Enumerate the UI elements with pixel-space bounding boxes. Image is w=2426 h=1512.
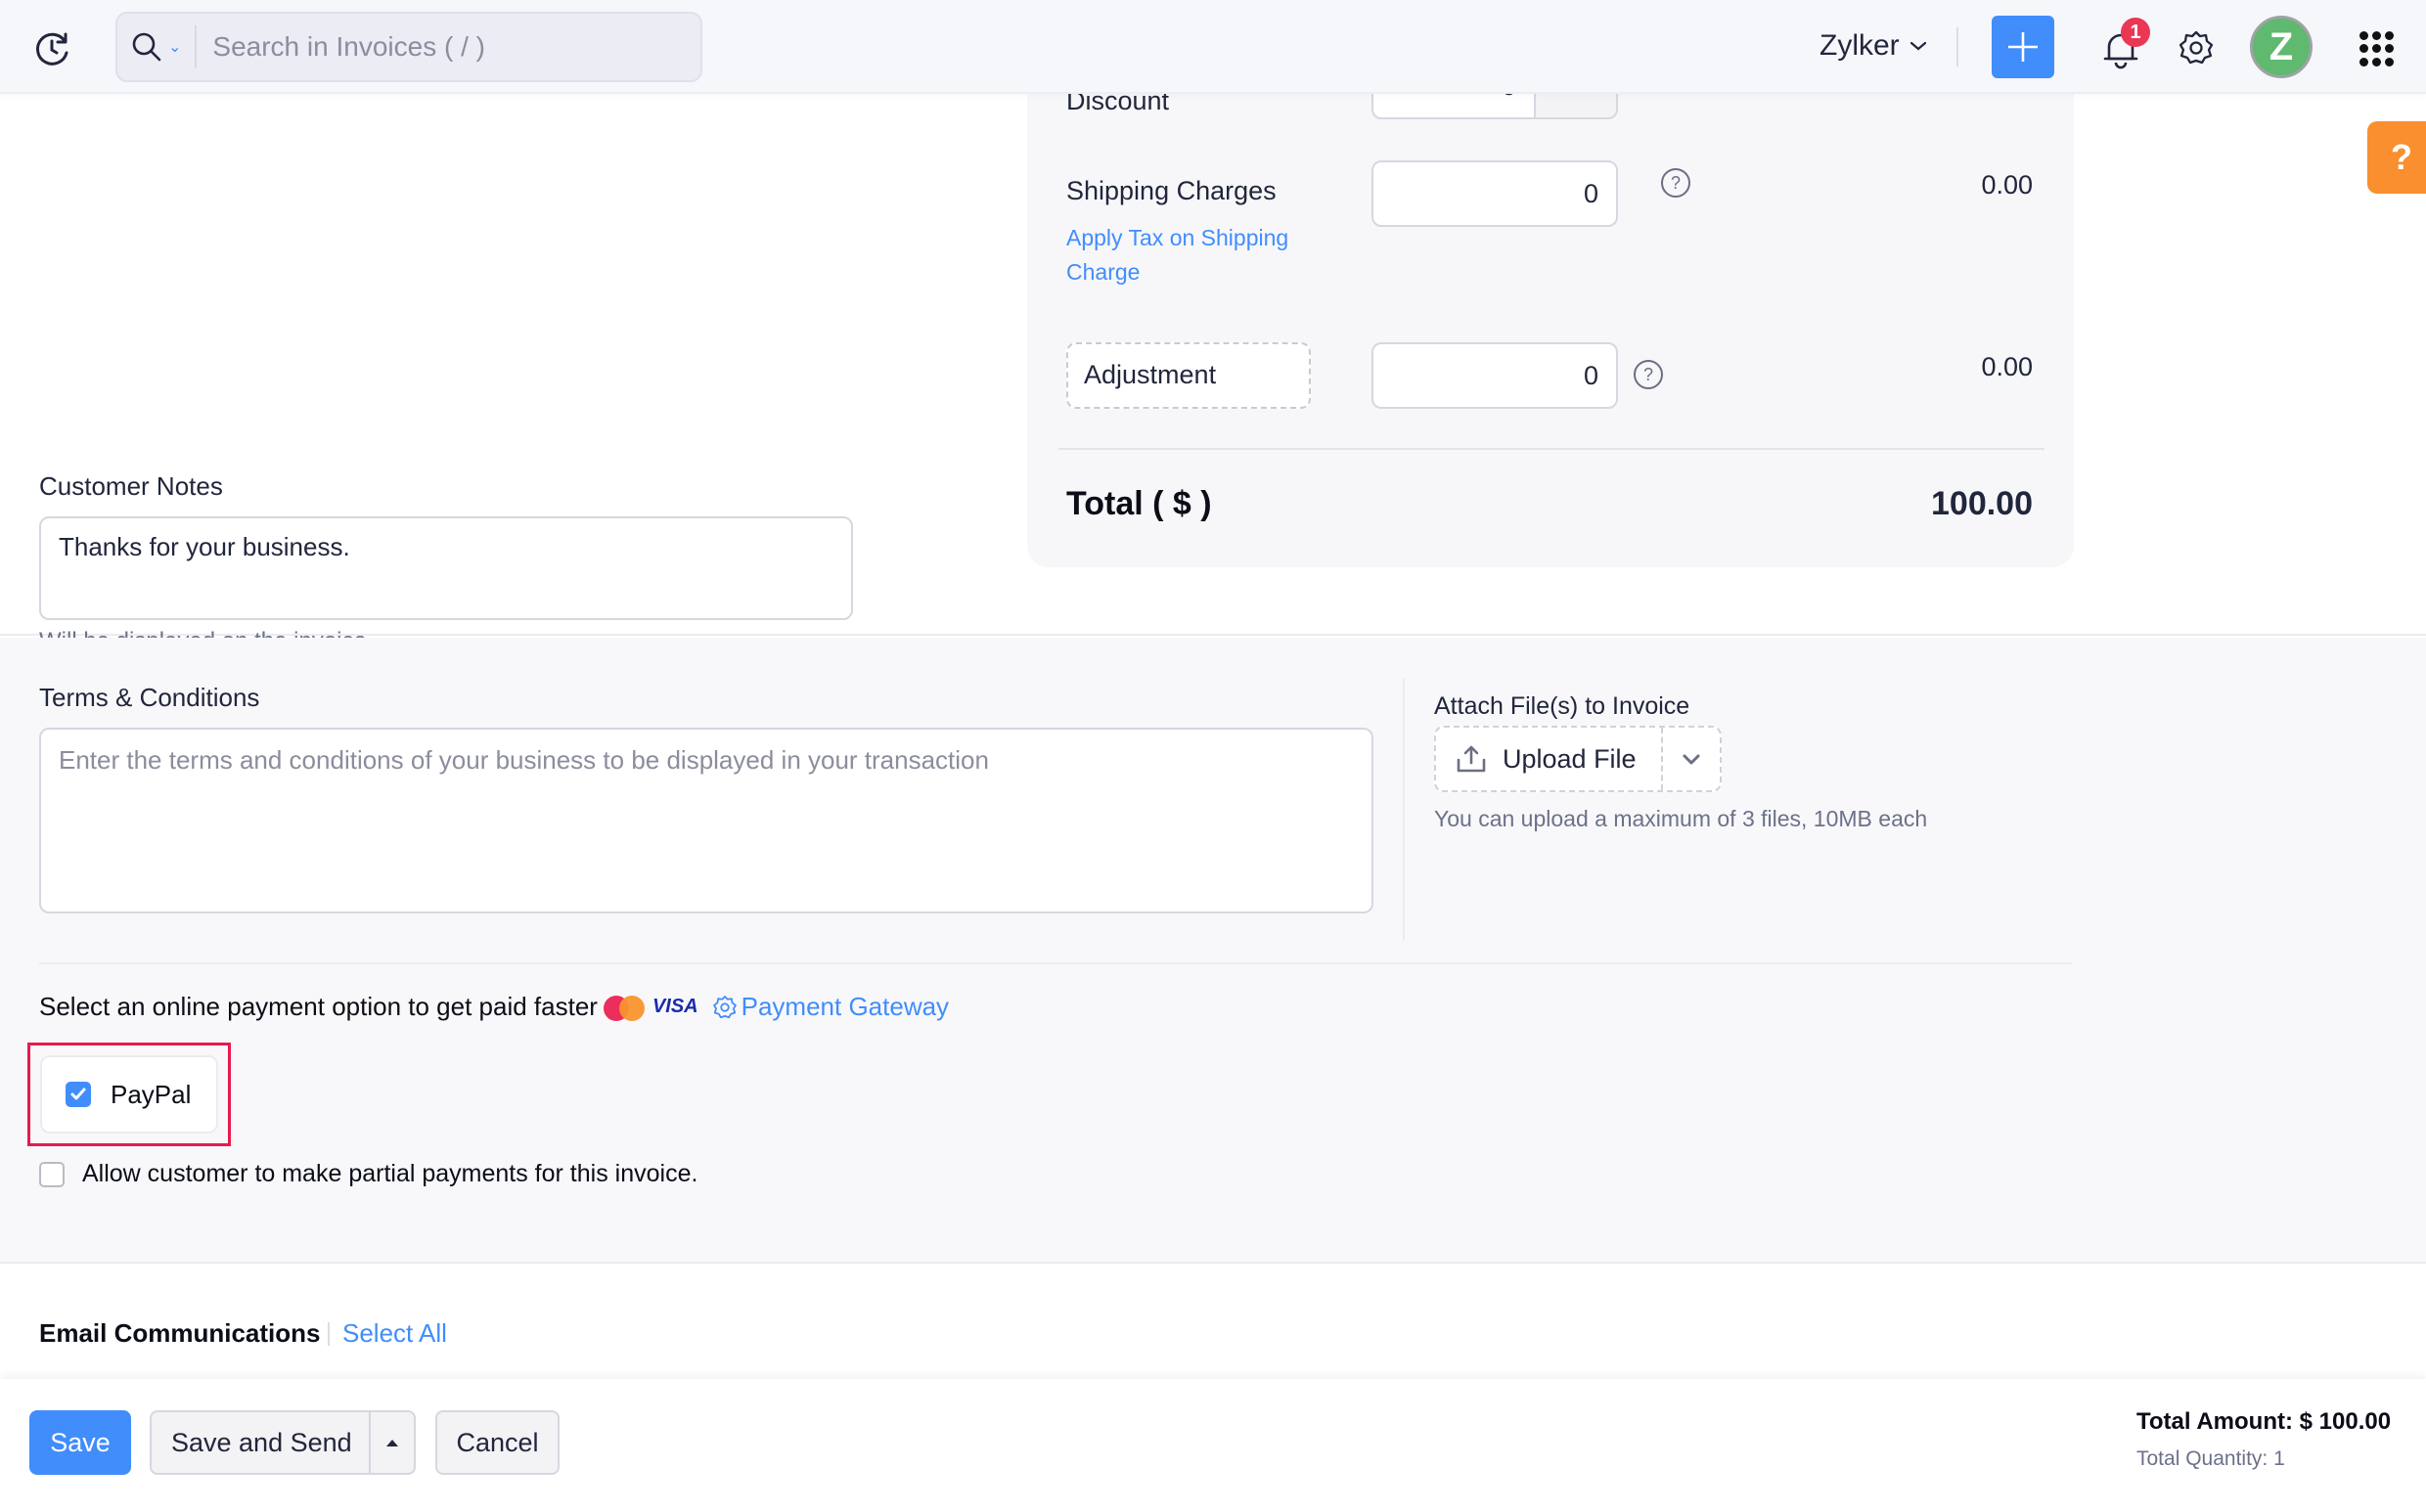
chevron-down-icon — [1683, 754, 1700, 765]
grid-dot-icon — [2372, 57, 2381, 67]
totals-panel: Discount % Shipping Charges ? 0.00 Apply… — [1027, 53, 2074, 567]
upload-options-dropdown[interactable] — [1663, 752, 1720, 766]
footer-total-amount: Total Amount: $ 100.00 — [2136, 1408, 2392, 1435]
save-and-send-options-button[interactable] — [371, 1412, 414, 1473]
partial-payments-checkbox[interactable] — [39, 1161, 65, 1187]
search-icon — [132, 32, 161, 62]
partial-payments-label: Allow customer to make partial payments … — [82, 1160, 698, 1187]
user-avatar[interactable]: Z — [2250, 16, 2313, 78]
action-footer: Save Save and Send Cancel Total Amount: … — [0, 1379, 2426, 1512]
app-launcher-button[interactable] — [2359, 31, 2395, 67]
upload-file-label: Upload File — [1503, 743, 1637, 774]
terms-and-payment-section: Terms & Conditions Attach File(s) to Inv… — [0, 638, 2426, 1264]
history-icon — [35, 32, 68, 66]
notification-count-badge: 1 — [2121, 18, 2150, 47]
terms-textarea[interactable] — [39, 728, 1373, 913]
apply-tax-on-shipping-link[interactable]: Apply Tax on Shipping Charge — [1066, 221, 1321, 289]
payment-options-header: Select an online payment option to get p… — [39, 992, 949, 1022]
search-scope-dropdown[interactable]: ⌄ — [117, 25, 198, 68]
plus-icon — [2008, 32, 2038, 62]
shipping-charges-input[interactable] — [1371, 160, 1618, 227]
attach-files-label: Attach File(s) to Invoice — [1434, 692, 1690, 720]
visa-icon: VISA — [651, 996, 698, 1017]
grid-dot-icon — [2359, 31, 2368, 40]
gear-icon — [2179, 30, 2214, 65]
organization-name: Zylker — [1820, 29, 1900, 62]
settings-button[interactable] — [2178, 29, 2215, 67]
help-circle-icon[interactable]: ? — [1634, 360, 1663, 389]
paypal-checkbox[interactable] — [66, 1082, 91, 1107]
search-bar: ⌄ — [115, 12, 702, 82]
customer-notes-label: Customer Notes — [39, 471, 223, 501]
gear-icon — [712, 995, 737, 1018]
shipping-charges-amount: 0.00 — [1981, 170, 2033, 200]
total-label: Total ( $ ) — [1066, 485, 1212, 522]
payment-gateway-link[interactable]: Payment Gateway — [712, 992, 949, 1022]
paypal-label: PayPal — [111, 1079, 192, 1109]
save-and-send-button-group: Save and Send — [150, 1410, 416, 1475]
payment-prompt: Select an online payment option to get p… — [39, 992, 598, 1021]
checkmark-icon — [70, 1088, 86, 1100]
recent-activity-button[interactable] — [33, 29, 72, 68]
email-communications-section: Email Communications Select All — [0, 1266, 2426, 1379]
organization-switcher[interactable]: Zylker — [1820, 29, 1927, 63]
adjustment-label-input[interactable]: Adjustment — [1066, 342, 1311, 409]
help-button[interactable]: ? — [2367, 121, 2426, 194]
grid-dot-icon — [2385, 57, 2394, 67]
terms-label: Terms & Conditions — [39, 683, 260, 712]
grid-dot-icon — [2359, 44, 2368, 54]
grid-dot-icon — [2372, 31, 2381, 40]
chevron-down-icon — [1909, 41, 1926, 51]
help-circle-icon[interactable]: ? — [1661, 168, 1690, 198]
save-and-send-button[interactable]: Save and Send — [152, 1412, 371, 1473]
paypal-option[interactable]: PayPal — [40, 1055, 218, 1134]
email-communications-title: Email Communications — [39, 1318, 321, 1348]
grid-dot-icon — [2359, 57, 2368, 67]
email-divider — [328, 1322, 330, 1346]
adjustment-input[interactable] — [1371, 342, 1618, 409]
upload-help-text: You can upload a maximum of 3 files, 10M… — [1434, 806, 1928, 831]
quick-create-button[interactable] — [1992, 16, 2054, 78]
cancel-button[interactable]: Cancel — [435, 1410, 560, 1475]
header-divider — [1956, 27, 1958, 67]
upload-file-control: Upload File — [1434, 726, 1722, 792]
top-header: ⌄ Zylker 1 Z — [0, 0, 2426, 94]
grid-dot-icon — [2385, 31, 2394, 40]
mastercard-icon — [603, 994, 645, 1021]
totals-divider — [1058, 448, 2044, 450]
section-divider — [39, 962, 2072, 964]
adjustment-amount: 0.00 — [1981, 352, 2033, 381]
grid-dot-icon — [2372, 44, 2381, 54]
upload-file-button[interactable]: Upload File — [1436, 728, 1663, 790]
shipping-charges-label: Shipping Charges — [1066, 176, 1277, 205]
upload-icon — [1457, 745, 1486, 773]
partial-payments-option[interactable]: Allow customer to make partial payments … — [39, 1160, 697, 1188]
section-divider — [1403, 679, 1405, 941]
caret-up-icon — [386, 1440, 398, 1446]
customer-notes-textarea[interactable]: Thanks for your business. — [39, 516, 853, 620]
save-button[interactable]: Save — [29, 1410, 131, 1475]
footer-total-quantity: Total Quantity: 1 — [2136, 1447, 2285, 1470]
total-amount: 100.00 — [1931, 485, 2033, 522]
grid-dot-icon — [2385, 44, 2394, 54]
payment-gateway-label: Payment Gateway — [741, 992, 950, 1021]
chevron-down-icon: ⌄ — [168, 39, 182, 56]
select-all-link[interactable]: Select All — [342, 1318, 447, 1349]
search-input[interactable] — [197, 31, 648, 63]
